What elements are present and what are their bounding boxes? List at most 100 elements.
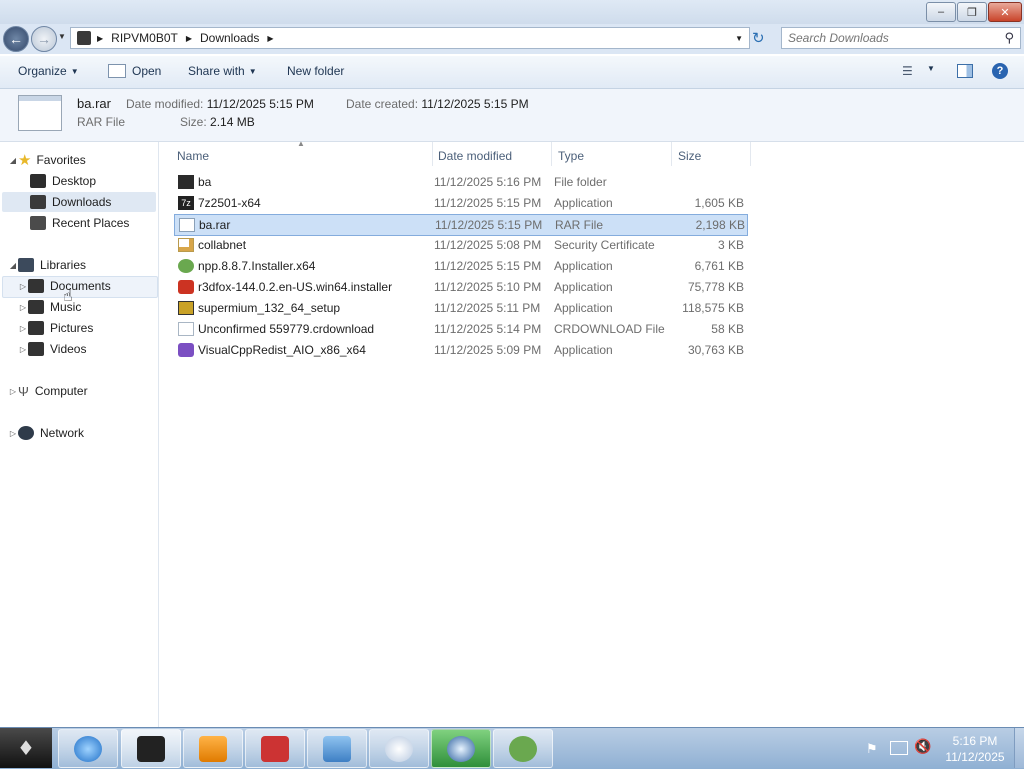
nav-computer[interactable]: ▷ Ψ Computer xyxy=(8,381,88,401)
breadcrumb-separator-icon[interactable]: ▶ xyxy=(267,34,273,43)
network-icon xyxy=(18,426,34,440)
file-name: VisualCppRedist_AIO_x86_x64 xyxy=(198,343,366,357)
nav-pictures[interactable]: ▷ Pictures xyxy=(18,318,93,338)
search-input[interactable] xyxy=(782,30,1000,46)
open-button[interactable]: Open xyxy=(108,64,161,78)
arrow-right-icon: → xyxy=(37,31,51,47)
file-name: supermium_132_64_setup xyxy=(198,301,341,315)
nav-libraries[interactable]: ◢ Libraries xyxy=(8,255,86,275)
taskbar-toolbox[interactable] xyxy=(245,729,305,768)
breadcrumb-separator-icon[interactable]: ▶ xyxy=(97,34,103,43)
size-label: Size: xyxy=(180,115,207,129)
start-button[interactable]: ♦ xyxy=(0,728,52,768)
taskbar-control-panel[interactable] xyxy=(307,729,367,768)
recent-pages-dropdown[interactable]: ▼ xyxy=(58,32,66,41)
column-header-date[interactable]: Date modified xyxy=(438,146,548,166)
taskbar-disc-tool[interactable] xyxy=(369,729,429,768)
preview-pane-button[interactable] xyxy=(957,64,973,78)
expand-arrow-icon[interactable]: ▷ xyxy=(18,282,28,291)
file-size: 1,605 KB xyxy=(694,196,744,210)
breadcrumb-downloads[interactable]: Downloads xyxy=(200,31,259,45)
column-divider[interactable] xyxy=(671,142,672,166)
volume-muted-icon[interactable]: 🔇 xyxy=(914,738,931,755)
breadcrumb-separator-icon[interactable]: ▶ xyxy=(186,34,192,43)
star-icon: ★ xyxy=(18,152,32,169)
back-button[interactable]: ← xyxy=(3,26,29,52)
expand-arrow-icon[interactable]: ▷ xyxy=(18,324,28,333)
file-type: Application xyxy=(554,343,613,357)
minimize-button[interactable]: ‒ xyxy=(926,2,956,22)
view-options-dropdown[interactable]: ▼ xyxy=(927,64,935,73)
refresh-icon[interactable]: ↻ xyxy=(752,29,765,47)
file-row[interactable]: 7z 7z2501-x64 11/12/2025 5:15 PM Applica… xyxy=(174,193,748,213)
expand-arrow-icon[interactable]: ◢ xyxy=(8,156,18,165)
file-row[interactable]: r3dfox-144.0.2.en-US.win64.installer 11/… xyxy=(174,277,748,297)
file-type: Security Certificate xyxy=(554,238,655,252)
file-row[interactable]: Unconfirmed 559779.crdownload 11/12/2025… xyxy=(174,319,748,339)
column-divider[interactable] xyxy=(432,142,433,166)
nav-recent-places[interactable]: Recent Places xyxy=(30,213,129,233)
file-date: 11/12/2025 5:11 PM xyxy=(434,301,541,315)
address-dropdown-icon[interactable]: ▼ xyxy=(735,34,743,43)
column-divider[interactable] xyxy=(750,142,751,166)
forward-button[interactable]: → xyxy=(31,26,57,52)
organize-button[interactable]: Organize ▼ xyxy=(18,64,79,78)
file-size: 75,778 KB xyxy=(687,280,744,294)
taskbar-browser[interactable] xyxy=(431,729,491,768)
column-header-size[interactable]: Size xyxy=(678,146,748,166)
file-date: 11/12/2025 5:14 PM xyxy=(434,322,542,336)
nav-videos-label: Videos xyxy=(50,342,87,356)
nav-favorites[interactable]: ◢ ★ Favorites xyxy=(8,150,86,170)
taskbar-media-player[interactable] xyxy=(183,729,243,768)
notepadpp-icon xyxy=(178,259,194,273)
file-row[interactable]: VisualCppRedist_AIO_x86_x64 11/12/2025 5… xyxy=(174,340,748,360)
control-panel-icon xyxy=(323,735,351,762)
action-center-flag-icon[interactable]: ⚑ xyxy=(866,741,878,757)
column-header-name[interactable]: Name xyxy=(177,146,427,166)
organize-label: Organize xyxy=(18,64,67,78)
taskbar-internet-explorer[interactable] xyxy=(58,729,118,768)
nav-network[interactable]: ▷ Network xyxy=(8,423,84,443)
share-with-button[interactable]: Share with ▼ xyxy=(188,64,257,78)
expand-arrow-icon[interactable]: ▷ xyxy=(18,345,28,354)
address-bar[interactable]: ▶ RIPVM0B0T ▶ Downloads ▶ ▼ xyxy=(70,27,750,49)
view-details-icon: ☰ xyxy=(902,64,913,78)
expand-arrow-icon[interactable]: ▷ xyxy=(8,387,18,396)
breadcrumb-computer[interactable]: RIPVM0B0T xyxy=(111,31,178,45)
file-row[interactable]: collabnet 11/12/2025 5:08 PM Security Ce… xyxy=(174,235,748,255)
change-view-button[interactable]: ☰ xyxy=(902,64,913,78)
taskbar-explorer-active[interactable] xyxy=(121,729,181,768)
maximize-button[interactable]: ❐ xyxy=(957,2,987,22)
expand-arrow-icon[interactable]: ▷ xyxy=(18,303,28,312)
preview-pane-icon xyxy=(957,64,973,78)
file-name: npp.8.8.7.Installer.x64 xyxy=(198,259,316,273)
search-box[interactable]: ⚲ xyxy=(781,27,1021,49)
system-clock[interactable]: 5:16 PM 11/12/2025 xyxy=(940,733,1010,765)
close-button[interactable]: ✕ xyxy=(988,2,1022,22)
help-button[interactable]: ? xyxy=(992,63,1008,79)
new-folder-label: New folder xyxy=(287,64,345,78)
expand-arrow-icon[interactable]: ▷ xyxy=(8,429,18,438)
file-row-selected[interactable]: ba.rar 11/12/2025 5:15 PM RAR File 2,198… xyxy=(174,214,748,236)
file-row[interactable]: ba 11/12/2025 5:16 PM File folder xyxy=(174,172,748,192)
folder-icon xyxy=(77,31,91,45)
new-folder-button[interactable]: New folder xyxy=(287,64,344,78)
network-tray-icon[interactable] xyxy=(890,741,908,755)
show-desktop-button[interactable] xyxy=(1014,728,1024,768)
chevron-down-icon: ▼ xyxy=(70,66,79,76)
file-row[interactable]: npp.8.8.7.Installer.x64 11/12/2025 5:15 … xyxy=(174,256,748,276)
nav-videos[interactable]: ▷ Videos xyxy=(18,339,86,359)
nav-recent-places-label: Recent Places xyxy=(52,216,130,230)
nav-desktop[interactable]: Desktop xyxy=(30,171,96,191)
nav-libraries-label: Libraries xyxy=(40,258,87,272)
videos-icon xyxy=(28,342,44,356)
taskbar-npp[interactable] xyxy=(493,729,553,768)
search-icon[interactable]: ⚲ xyxy=(1004,30,1014,46)
column-divider[interactable] xyxy=(551,142,552,166)
file-row[interactable]: supermium_132_64_setup 11/12/2025 5:11 P… xyxy=(174,298,748,318)
nav-downloads[interactable]: Downloads xyxy=(30,192,111,212)
file-name: collabnet xyxy=(198,238,247,252)
column-header-type[interactable]: Type xyxy=(558,146,668,166)
nav-network-label: Network xyxy=(40,426,85,440)
expand-arrow-icon[interactable]: ◢ xyxy=(8,261,18,270)
